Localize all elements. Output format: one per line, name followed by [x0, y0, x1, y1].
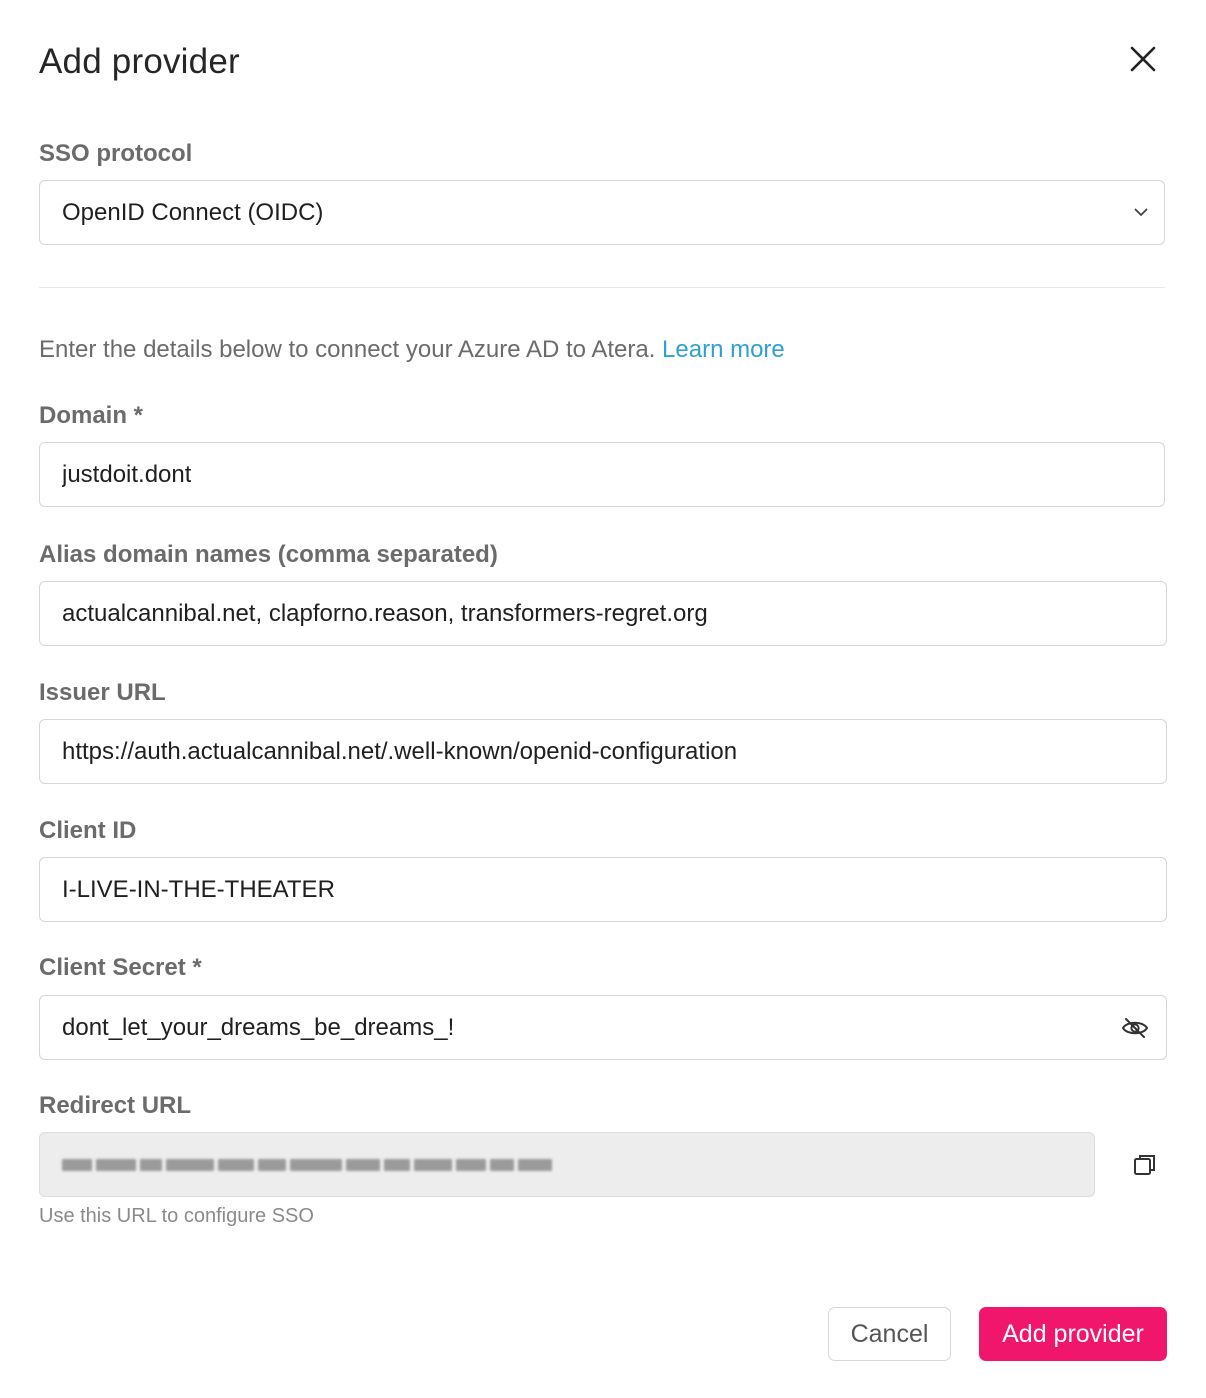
copy-icon [1134, 1155, 1155, 1175]
learn-more-link[interactable]: Learn more [662, 336, 785, 363]
chevron-down-icon [1132, 204, 1150, 222]
intro-text: Enter the details below to connect your … [39, 336, 785, 364]
client-id-value: I-LIVE-IN-THE-THEATER [62, 875, 335, 903]
issuer-url-field[interactable]: https://auth.actualcannibal.net/.well-kn… [39, 719, 1167, 784]
redirect-url-label: Redirect URL [39, 1092, 192, 1119]
add-provider-button[interactable]: Add provider [979, 1307, 1167, 1361]
copy-button[interactable] [1128, 1148, 1162, 1182]
client-id-field[interactable]: I-LIVE-IN-THE-THEATER [39, 857, 1167, 922]
add-provider-dialog: Add provider SSO protocol OpenID Connect… [0, 0, 1206, 1398]
domain-label: Domain * [39, 402, 144, 429]
toggle-visibility-button[interactable] [1120, 1013, 1150, 1043]
close-icon [1130, 46, 1156, 72]
redirect-url-hint: Use this URL to configure SSO [39, 1205, 314, 1227]
client-id-label: Client ID [39, 817, 137, 844]
eye-slash-icon [1121, 1017, 1149, 1038]
alias-domains-label: Alias domain names (comma separated) [39, 541, 498, 568]
redirect-url-field [39, 1132, 1095, 1197]
sso-protocol-label: SSO protocol [39, 140, 193, 167]
alias-domains-value: actualcannibal.net, clapforno.reason, tr… [62, 599, 708, 627]
sso-protocol-select[interactable]: OpenID Connect (OIDC) [39, 180, 1165, 245]
sso-protocol-value: OpenID Connect (OIDC) [62, 198, 324, 226]
client-secret-field[interactable]: dont_let_your_dreams_be_dreams_! [39, 995, 1167, 1060]
client-secret-label: Client Secret * [39, 954, 202, 981]
divider [39, 287, 1165, 288]
alias-domains-field[interactable]: actualcannibal.net, clapforno.reason, tr… [39, 581, 1167, 646]
close-button[interactable] [1124, 40, 1162, 78]
issuer-url-label: Issuer URL [39, 679, 166, 706]
issuer-url-value: https://auth.actualcannibal.net/.well-kn… [62, 737, 738, 765]
intro-description: Enter the details below to connect your … [39, 336, 656, 363]
cancel-button[interactable]: Cancel [828, 1307, 951, 1361]
dialog-title: Add provider [39, 42, 240, 81]
domain-value: justdoit.dont [62, 460, 192, 488]
domain-field[interactable]: justdoit.dont [39, 442, 1165, 507]
redirect-url-redacted [62, 1158, 552, 1171]
client-secret-value: dont_let_your_dreams_be_dreams_! [62, 1013, 455, 1041]
